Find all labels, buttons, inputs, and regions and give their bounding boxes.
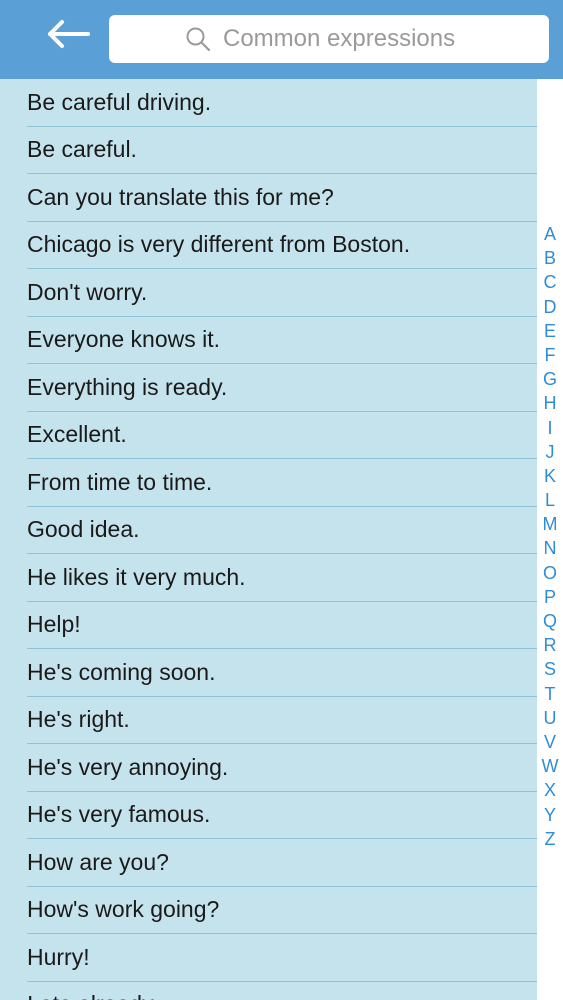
list-item[interactable]: Chicago is very different from Boston.: [27, 222, 537, 269]
index-letter[interactable]: B: [537, 246, 563, 270]
list-item[interactable]: He's coming soon.: [27, 649, 537, 697]
index-letter[interactable]: W: [537, 754, 563, 778]
list-item[interactable]: From time to time.: [27, 459, 537, 507]
list-item[interactable]: Everything is ready.: [27, 364, 537, 412]
index-letter[interactable]: A: [537, 222, 563, 246]
list-item[interactable]: He's right.: [27, 697, 537, 744]
back-button[interactable]: [40, 12, 96, 56]
index-letter[interactable]: G: [537, 367, 563, 391]
index-letter[interactable]: T: [537, 682, 563, 706]
list-item[interactable]: How's work going?: [27, 887, 537, 934]
list-item[interactable]: He likes it very much.: [27, 554, 537, 602]
index-letter[interactable]: V: [537, 730, 563, 754]
index-letter[interactable]: K: [537, 464, 563, 488]
index-letter[interactable]: F: [537, 343, 563, 367]
index-letter[interactable]: Q: [537, 609, 563, 633]
index-letter[interactable]: J: [537, 440, 563, 464]
index-letter[interactable]: M: [537, 512, 563, 536]
index-letter[interactable]: U: [537, 706, 563, 730]
list-item[interactable]: Everyone knows it.: [27, 317, 537, 364]
index-letter[interactable]: P: [537, 585, 563, 609]
list-item[interactable]: He's very famous.: [27, 792, 537, 839]
list-item[interactable]: Hurry!: [27, 934, 537, 982]
list-item[interactable]: Can you translate this for me?: [27, 174, 537, 222]
alphabet-index-bar: ABCDEFGHIJKLMNOPQRSTUVWXYZ: [537, 79, 563, 1000]
alphabet-index: ABCDEFGHIJKLMNOPQRSTUVWXYZ: [537, 222, 563, 851]
left-arrow-icon: [48, 20, 90, 48]
index-letter[interactable]: O: [537, 561, 563, 585]
index-letter[interactable]: E: [537, 319, 563, 343]
index-letter[interactable]: Z: [537, 827, 563, 851]
list-item[interactable]: Help!: [27, 602, 537, 649]
search-icon: [186, 27, 211, 52]
list-item[interactable]: Don't worry.: [27, 269, 537, 317]
index-letter[interactable]: S: [537, 657, 563, 681]
list-item[interactable]: How are you?: [27, 839, 537, 887]
index-letter[interactable]: L: [537, 488, 563, 512]
list-item[interactable]: Be careful.: [27, 127, 537, 174]
index-letter[interactable]: D: [537, 295, 563, 319]
top-bar: [0, 0, 563, 79]
list-item[interactable]: Good idea.: [27, 507, 537, 554]
list-item[interactable]: I ate already.: [27, 982, 537, 1000]
list-item[interactable]: Excellent.: [27, 412, 537, 459]
list-item[interactable]: He's very annoying.: [27, 744, 537, 792]
index-letter[interactable]: I: [537, 416, 563, 440]
index-letter[interactable]: C: [537, 270, 563, 294]
index-letter[interactable]: Y: [537, 803, 563, 827]
index-letter[interactable]: X: [537, 778, 563, 802]
index-letter[interactable]: N: [537, 536, 563, 560]
expressions-list: Be careful driving. Be careful. Can you tr…: [0, 79, 537, 1000]
search-box[interactable]: [109, 15, 549, 63]
index-letter[interactable]: H: [537, 391, 563, 415]
search-input[interactable]: [223, 25, 473, 53]
list-item[interactable]: Be careful driving.: [27, 79, 537, 127]
index-letter[interactable]: R: [537, 633, 563, 657]
